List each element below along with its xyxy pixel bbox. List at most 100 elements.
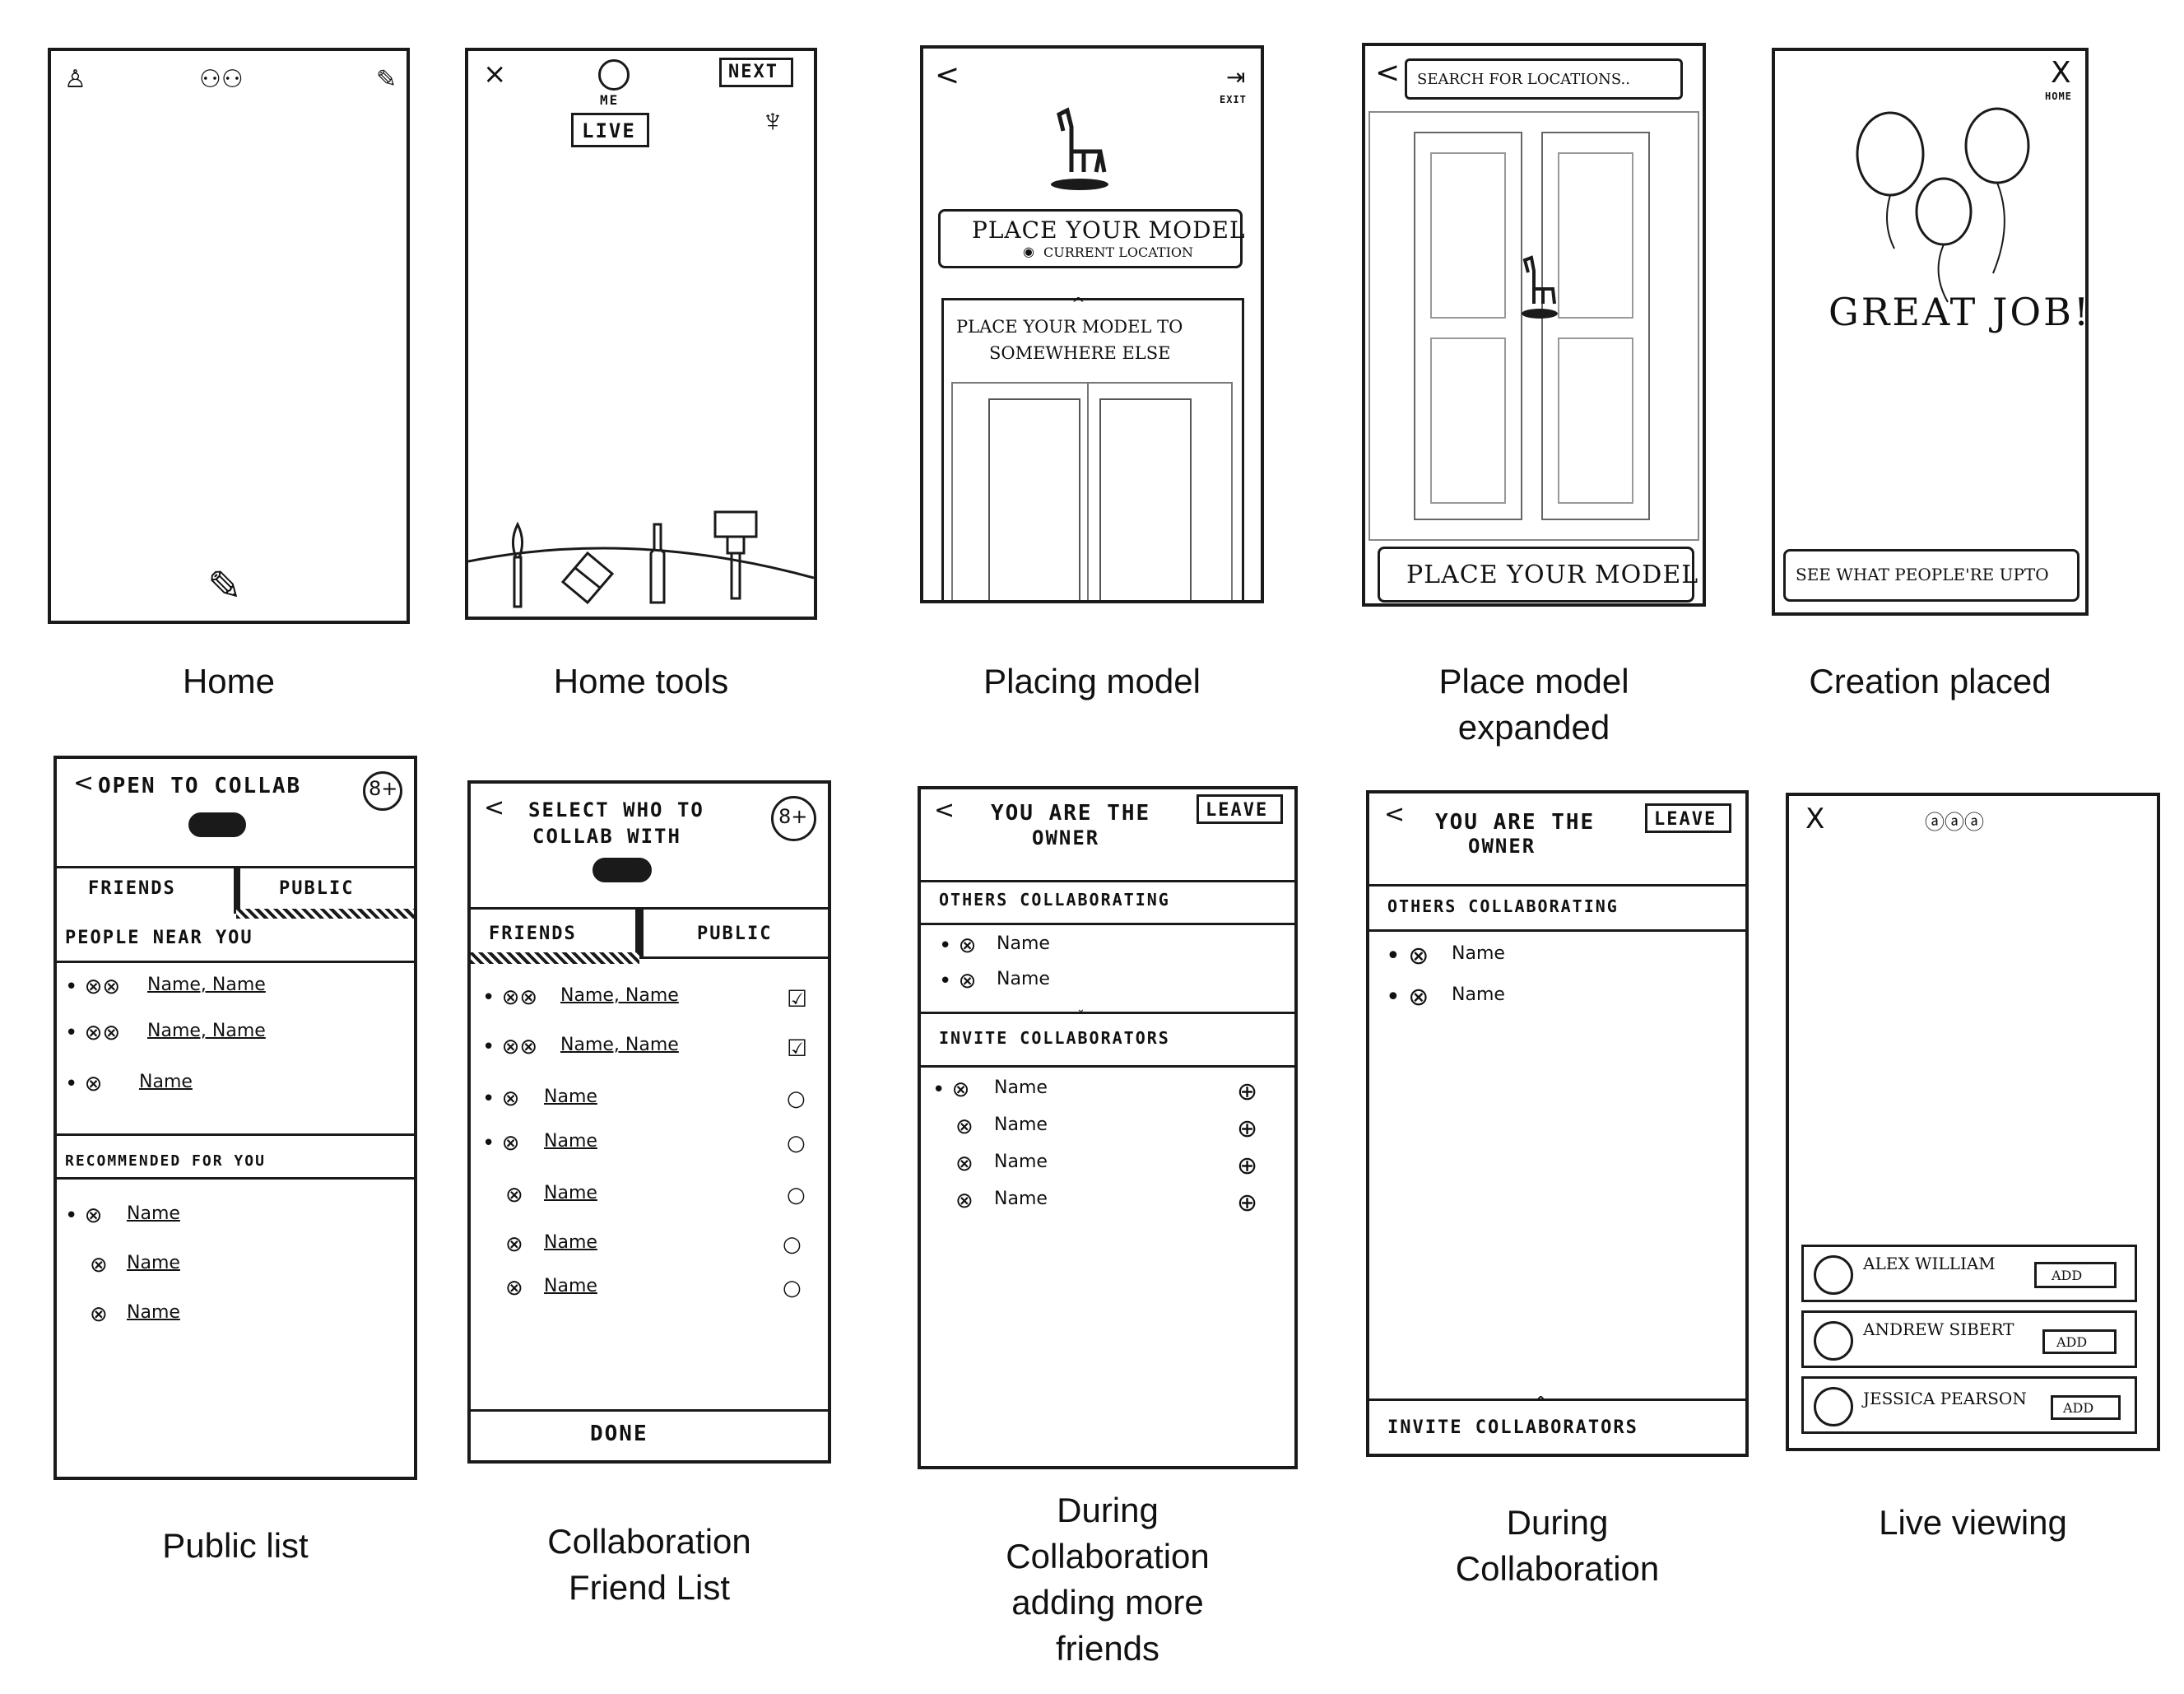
door-preview [951, 382, 1233, 600]
location-pin-icon[interactable]: ✎ [376, 67, 397, 92]
caption-during-collab-adding: During Collaboration adding more friends [1006, 1491, 1210, 1668]
back-icon[interactable]: < [1384, 800, 1405, 829]
back-icon[interactable]: < [1375, 56, 1400, 90]
see-what-people-button[interactable]: SEE WHAT PEOPLE'RE UPTO [1783, 549, 2079, 602]
avatar [1814, 1321, 1853, 1361]
collab-friend-list-screen: < SELECT WHO TO COLLAB WITH 8+ FRIENDS P… [467, 780, 831, 1464]
close-icon[interactable]: × [483, 58, 507, 91]
collab-toggle[interactable] [188, 812, 246, 837]
next-button[interactable]: NEXT [719, 58, 793, 87]
back-icon[interactable]: < [935, 58, 960, 92]
invite-collaborators-footer[interactable]: INVITE COLLABORATORS [1387, 1417, 1638, 1438]
tab-public[interactable]: PUBLIC [279, 878, 354, 899]
caption-collab-friend-list: Collaboration Friend List [547, 1522, 751, 1607]
screen-title-line2: COLLAB WITH [532, 825, 681, 848]
place-model-button[interactable]: PLACE YOUR MODEL [1378, 547, 1698, 603]
microphone-icon[interactable]: ♆ [760, 105, 785, 137]
friends-icon[interactable]: ⚇⚇ [199, 67, 244, 92]
profile-icon[interactable]: ♙ [64, 67, 86, 92]
pen-tool-icon[interactable] [641, 520, 674, 611]
live-button[interactable]: LIVE [571, 113, 649, 147]
checkbox-empty[interactable]: ○ [787, 1131, 806, 1156]
owner-title-line2: OWNER [1032, 826, 1100, 849]
caption-place-model-expanded: Place model expanded [1438, 662, 1629, 747]
place-model-button[interactable]: PLACE YOUR MODEL ◉ CURRENT LOCATION [938, 209, 1245, 268]
leave-button[interactable]: LEAVE [1197, 794, 1283, 824]
viewer-row: ANDREW SIBERT ADD [1801, 1310, 2137, 1368]
section-people-near-you: PEOPLE NEAR YOU [65, 928, 253, 948]
live-viewing-screen: X ⓐⓐⓐ ALEX WILLIAM ADD ANDREW SIBERT ADD… [1786, 793, 2160, 1451]
during-collab-screen: < YOU ARE THE OWNER LEAVE OTHERS COLLABO… [1366, 790, 1749, 1457]
owner-title-line2: OWNER [1468, 835, 1536, 858]
great-job-text: GREAT JOB! [1829, 290, 2089, 334]
brush-icon[interactable] [501, 520, 534, 611]
me-label: ME [600, 92, 620, 108]
placing-model-screen: < ⇥ EXIT PLACE YOUR MODEL ◉ CURRENT LOCA… [920, 45, 1264, 603]
checkbox-checked[interactable]: ☑ [787, 985, 807, 1012]
add-friend-icon[interactable]: 8+ [771, 796, 816, 841]
me-avatar[interactable] [598, 59, 630, 91]
add-icon[interactable]: ⊕ [1237, 1115, 1257, 1143]
leave-button[interactable]: LEAVE [1645, 803, 1731, 833]
home-tools-screen: × ME NEXT LIVE ♆ [465, 48, 817, 620]
exit-label: EXIT [1220, 94, 1247, 105]
door-map-view [1368, 111, 1699, 541]
section-invite-collaborators: INVITE COLLABORATORS [939, 1028, 1170, 1048]
tab-friends[interactable]: FRIENDS [88, 878, 176, 899]
tab-active-indicator [471, 952, 639, 964]
eraser-icon[interactable] [555, 545, 620, 611]
back-icon[interactable]: < [934, 796, 955, 825]
owner-title-line1: YOU ARE THE [1435, 810, 1596, 835]
caption-placing-model: Placing model [983, 662, 1201, 700]
checkbox-empty[interactable]: ○ [787, 1087, 806, 1111]
caption-public-list: Public list [162, 1526, 309, 1565]
add-icon[interactable]: ⊕ [1237, 1077, 1257, 1106]
viewer-avatars-icon: ⓐⓐⓐ [1925, 811, 1984, 834]
screen-title: OPEN TO COLLAB [98, 774, 302, 798]
add-icon[interactable]: ⊕ [1237, 1152, 1257, 1180]
horse-model-icon [1522, 255, 1558, 319]
caption-home: Home [182, 662, 276, 700]
expand-chevron-icon[interactable]: ^ [1534, 1393, 1548, 1412]
section-recommended: RECOMMENDED FOR YOU [65, 1152, 266, 1170]
close-icon[interactable]: X [2051, 56, 2071, 90]
creation-placed-screen: X HOME GREAT JOB! SEE WHAT PEOPLE'RE UPT… [1772, 48, 2089, 616]
checkbox-empty[interactable]: ○ [787, 1183, 806, 1208]
viewer-row: ALEX WILLIAM ADD [1801, 1245, 2137, 1302]
place-elsewhere-panel[interactable]: ^ PLACE YOUR MODEL TO SOMEWHERE ELSE [941, 294, 1244, 600]
add-friend-icon[interactable]: 8+ [363, 771, 402, 811]
avatar [1814, 1255, 1853, 1295]
add-viewer-button[interactable]: ADD [2042, 1329, 2117, 1354]
done-button[interactable]: DONE [590, 1422, 648, 1446]
collapse-chevron-icon[interactable]: ˇ [1077, 1008, 1085, 1026]
collab-toggle[interactable] [592, 858, 652, 882]
checkbox-empty[interactable]: ○ [783, 1276, 802, 1301]
tab-active-indicator [236, 909, 414, 919]
checkbox-checked[interactable]: ☑ [787, 1035, 807, 1062]
caption-during-collab: During Collaboration [1455, 1503, 1660, 1588]
section-others-collaborating: OTHERS COLLABORATING [1387, 896, 1619, 916]
paint-roller-icon[interactable] [707, 508, 764, 607]
caption-home-tools: Home tools [553, 662, 729, 700]
pencil-icon[interactable]: ✎ [207, 565, 242, 607]
viewer-row: JESSICA PEARSON ADD [1801, 1376, 2137, 1434]
add-viewer-button[interactable]: ADD [2034, 1262, 2117, 1288]
owner-title-line1: YOU ARE THE [991, 801, 1151, 826]
back-icon[interactable]: < [484, 793, 504, 822]
section-others-collaborating: OTHERS COLLABORATING [939, 890, 1170, 910]
exit-icon[interactable]: ⇥ [1226, 65, 1245, 90]
checkbox-empty[interactable]: ○ [783, 1232, 802, 1257]
close-icon[interactable]: X [1805, 803, 1824, 835]
avatar [1814, 1387, 1853, 1426]
add-viewer-button[interactable]: ADD [2051, 1395, 2121, 1420]
during-collab-adding-screen: < YOU ARE THE OWNER LEAVE OTHERS COLLABO… [918, 786, 1298, 1469]
caption-live-viewing: Live viewing [1879, 1503, 2067, 1542]
home-screen: ♙ ⚇⚇ ✎ ✎ [48, 48, 410, 624]
place-model-expanded-screen: < SEARCH FOR LOCATIONS.. PLACE YOUR MODE… [1362, 43, 1706, 607]
location-search-input[interactable]: SEARCH FOR LOCATIONS.. [1405, 58, 1683, 100]
back-icon[interactable]: < [73, 769, 94, 798]
expand-chevron-icon[interactable]: ^ [1071, 294, 1085, 314]
add-icon[interactable]: ⊕ [1237, 1189, 1257, 1217]
tab-public[interactable]: PUBLIC [697, 924, 772, 944]
tab-friends[interactable]: FRIENDS [489, 924, 577, 944]
